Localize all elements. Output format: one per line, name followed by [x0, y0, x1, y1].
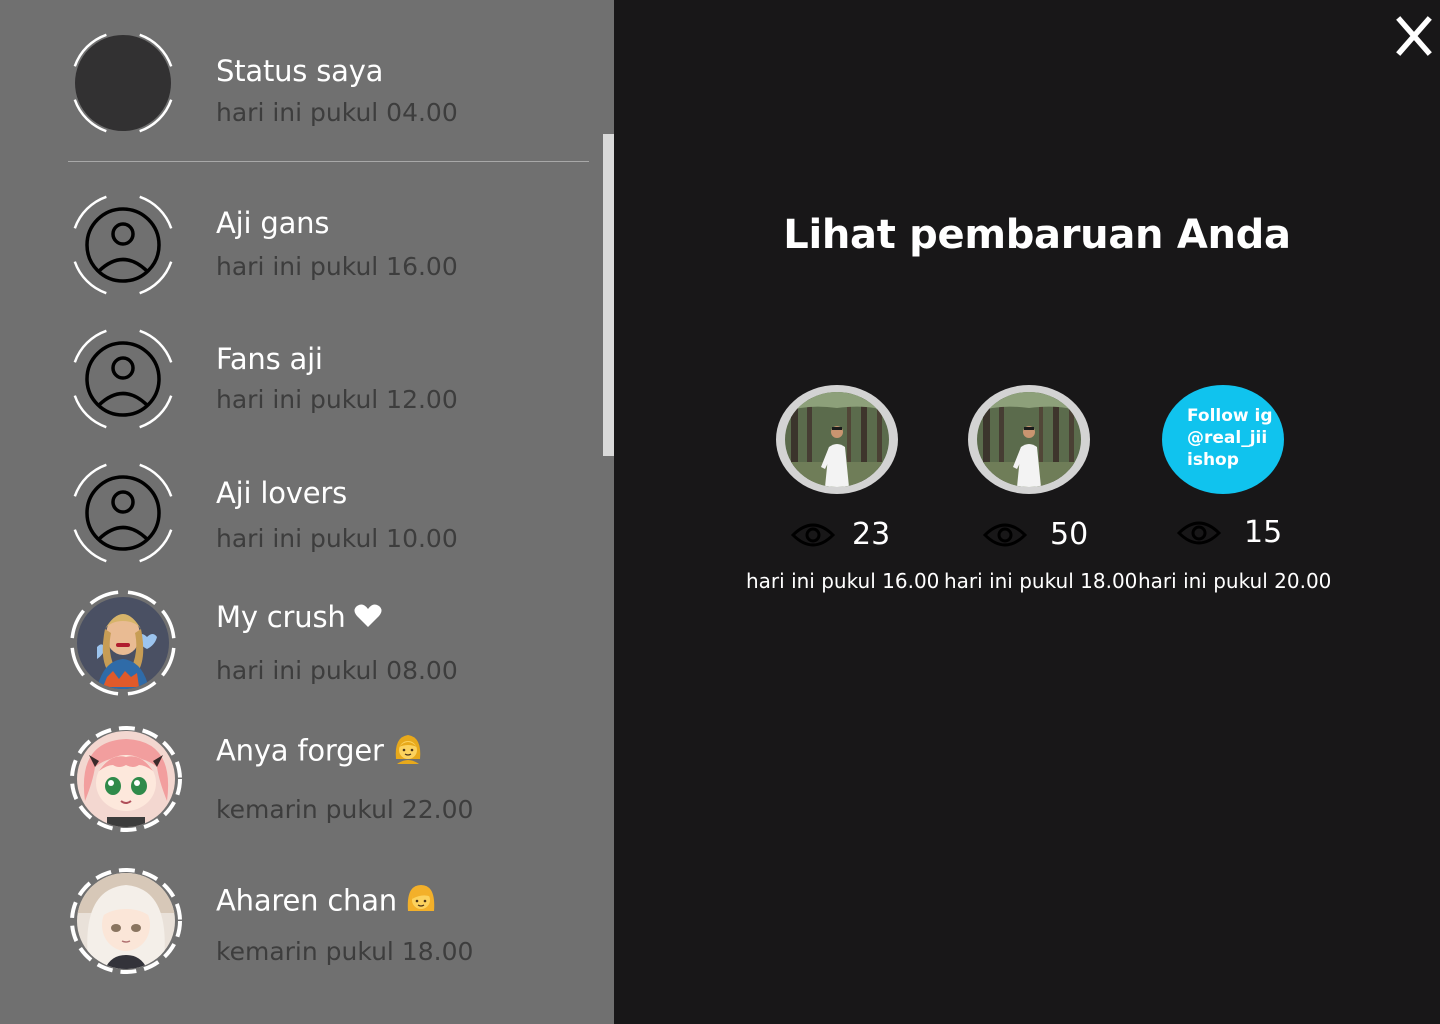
- my-update-item[interactable]: Follow ig @real_jii ishop 15 hari ini pu…: [1138, 385, 1362, 605]
- avatar: [68, 324, 178, 434]
- avatar: [68, 458, 178, 568]
- update-time: hari ini pukul 18.00: [944, 569, 1138, 593]
- avatar: [68, 190, 178, 300]
- avatar: [68, 588, 178, 698]
- page-title: Lihat pembaruan Anda: [783, 212, 1291, 258]
- view-count-value: 15: [1244, 515, 1283, 550]
- status-item-name: Aji gans: [216, 206, 330, 240]
- view-count-value: 50: [1050, 517, 1089, 552]
- divider: [68, 161, 589, 162]
- text-status-content: Follow ig @real_jii ishop: [1187, 406, 1273, 470]
- girl-emoji-icon: [392, 733, 424, 772]
- status-item[interactable]: Aji gans hari ini pukul 16.00: [0, 190, 600, 310]
- status-item[interactable]: Aharen chan kemarin pukul 18.00: [0, 865, 600, 985]
- status-item-time: hari ini pukul 08.00: [216, 656, 458, 685]
- status-item-time: hari ini pukul 16.00: [216, 252, 458, 281]
- my-status-item[interactable]: Status saya hari ini pukul 04.00: [0, 28, 600, 148]
- update-photo: [785, 392, 889, 487]
- status-item-name: Anya forger: [216, 733, 424, 772]
- status-item-time: hari ini pukul 10.00: [216, 524, 458, 553]
- status-list-panel: Status saya hari ini pukul 04.00 Aji gan…: [0, 0, 614, 1024]
- my-status-avatar: [68, 28, 178, 138]
- update-photo: [977, 392, 1081, 487]
- status-item-time: hari ini pukul 12.00: [216, 385, 458, 414]
- default-user-icon: [85, 341, 161, 417]
- status-item-time: kemarin pukul 18.00: [216, 937, 474, 966]
- avatar: [68, 865, 184, 977]
- avatar: [68, 723, 184, 835]
- scrollbar[interactable]: [603, 134, 614, 456]
- update-thumbnail[interactable]: [776, 385, 898, 494]
- update-thumbnail[interactable]: Follow ig @real_jii ishop: [1162, 385, 1284, 494]
- eye-icon: [982, 523, 1028, 547]
- close-button[interactable]: [1394, 12, 1434, 60]
- my-status-name: Status saya: [216, 54, 384, 88]
- status-item[interactable]: Aji lovers hari ini pukul 10.00: [0, 458, 600, 578]
- blonde-girl-emoji-icon: [405, 883, 437, 922]
- status-item-name: Aji lovers: [216, 476, 348, 510]
- close-icon: [1396, 16, 1432, 56]
- update-thumbnail[interactable]: [968, 385, 1090, 494]
- update-time: hari ini pukul 16.00: [746, 569, 940, 593]
- status-item-name: My crush: [216, 600, 382, 636]
- status-item[interactable]: My crush hari ini pukul 08.00: [0, 588, 600, 708]
- status-item[interactable]: Fans aji hari ini pukul 12.00: [0, 324, 600, 444]
- eye-icon: [1176, 521, 1222, 545]
- eye-icon: [790, 523, 836, 547]
- update-time: hari ini pukul 20.00: [1138, 569, 1332, 593]
- status-item-time: kemarin pukul 22.00: [216, 795, 474, 824]
- default-user-icon: [85, 475, 161, 551]
- status-item-name: Fans aji: [216, 342, 323, 376]
- heart-icon: [354, 602, 382, 636]
- view-count-value: 23: [852, 517, 891, 552]
- status-viewer-panel: Lihat pembaruan Anda 23 hari ini pukul 1…: [614, 0, 1440, 1024]
- status-item-name: Aharen chan: [216, 883, 437, 922]
- default-user-icon: [85, 207, 161, 283]
- my-status-time: hari ini pukul 04.00: [216, 98, 458, 127]
- status-item[interactable]: Anya forger kemarin pukul 22.00: [0, 723, 600, 843]
